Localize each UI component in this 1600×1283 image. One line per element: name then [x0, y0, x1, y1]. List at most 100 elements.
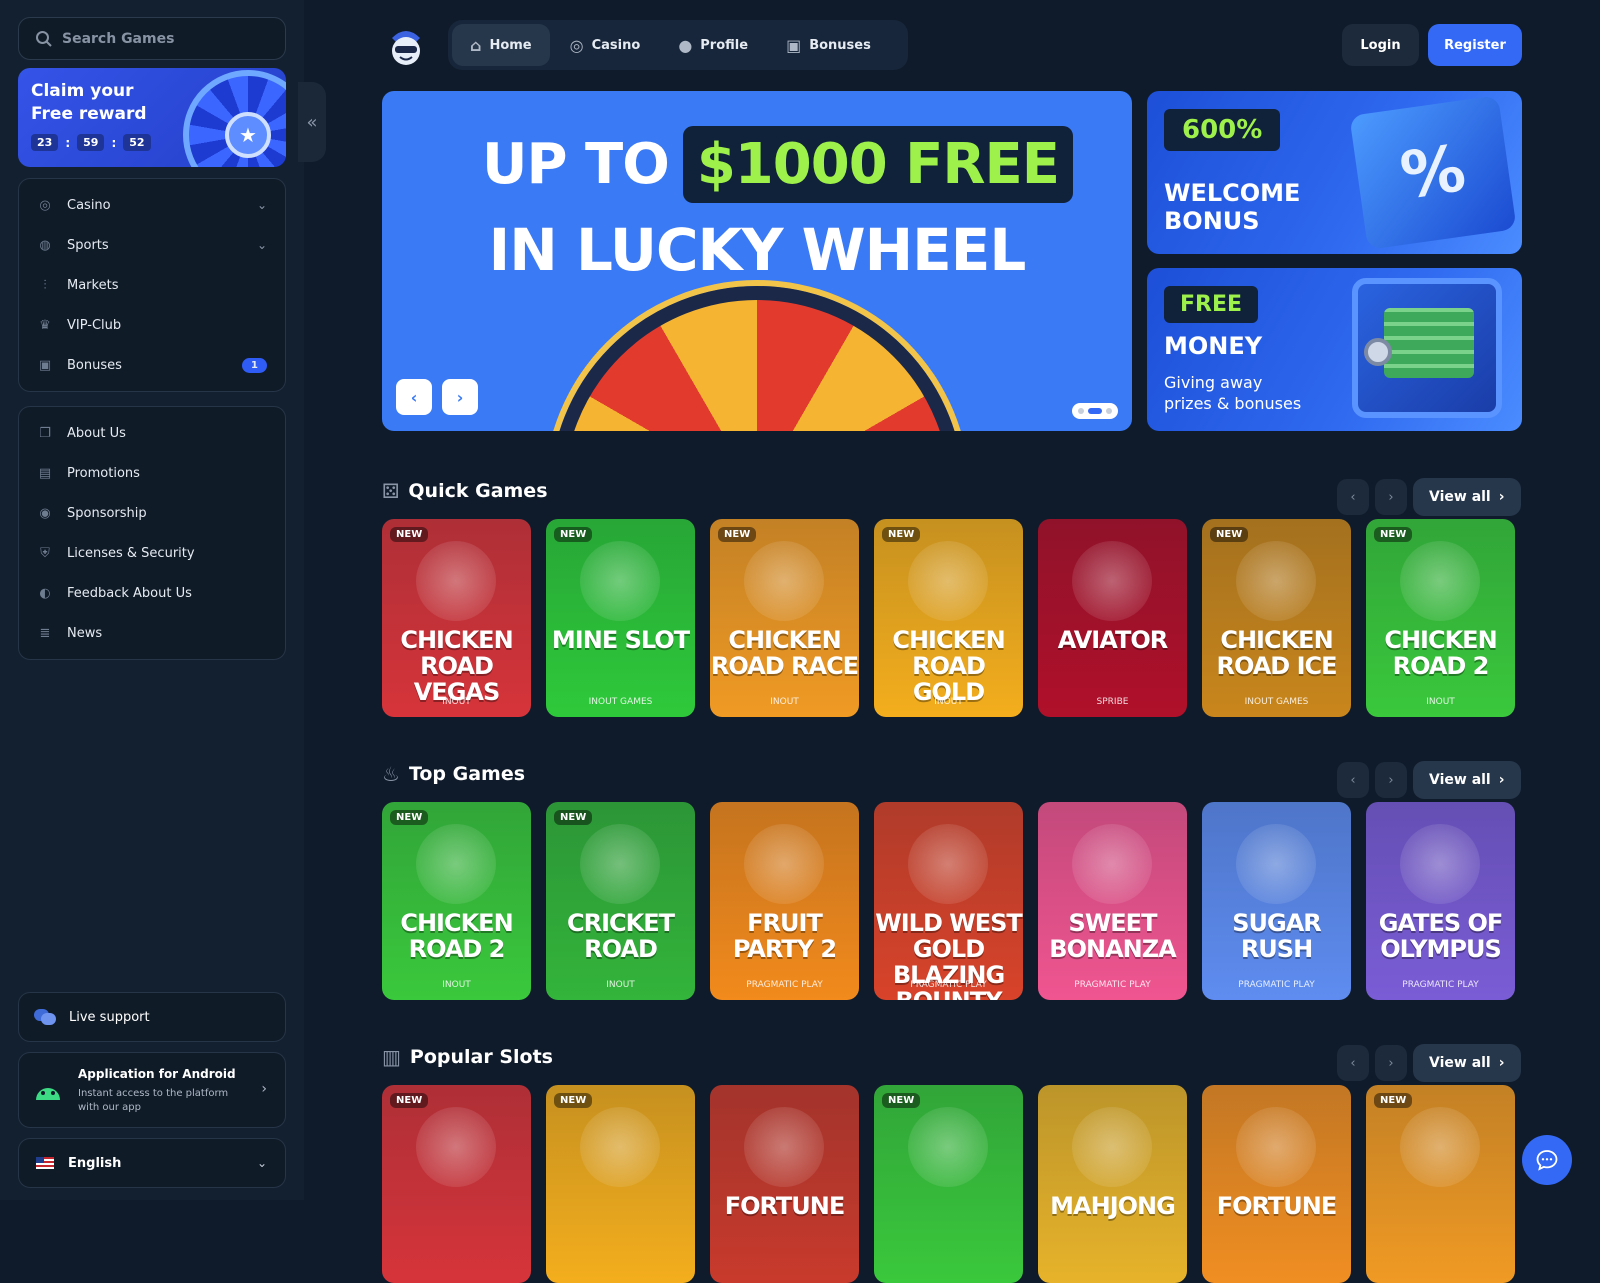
game-art [1072, 1107, 1152, 1187]
crown-icon: ♛ [39, 317, 51, 333]
hero-carousel[interactable]: UP TO $1000 FREE IN LUCKY WHEEL ‹ › [382, 91, 1132, 431]
game-card[interactable]: FRUIT PARTY 2 PRAGMATIC PLAY [710, 802, 859, 1000]
game-card[interactable]: FORTUNE [710, 1085, 859, 1283]
game-art [744, 824, 824, 904]
section-prev-button[interactable]: ‹ [1337, 762, 1369, 798]
game-card[interactable]: WILD WEST GOLD BLAZING BOUNTYPRAGMATIC P… [874, 802, 1023, 1000]
casino-chip-icon: ◎ [569, 35, 584, 55]
user-icon: ● [678, 35, 693, 55]
game-card[interactable]: NEW MINE SLOT INOUT GAMES [546, 519, 695, 717]
game-title: SWEET BONANZA [1049, 909, 1176, 963]
hero-prev-button[interactable]: ‹ [396, 379, 432, 415]
game-card[interactable]: AVIATOR SPRIBE [1038, 519, 1187, 717]
carousel-dot[interactable] [1078, 408, 1084, 414]
dice-icon: ⚄ [382, 479, 400, 503]
sidebar-item-sponsorship[interactable]: ◉ Sponsorship [19, 493, 285, 533]
section-controls: ‹ › View all › [1337, 478, 1521, 516]
chevron-down-icon[interactable]: ⌄ [257, 198, 267, 212]
section-title-quick-games: ⚄ Quick Games [382, 479, 548, 503]
game-card[interactable]: NEW CHICKEN ROAD 2 INOUT [1366, 519, 1515, 717]
sidebar-item-label: Bonuses [67, 357, 122, 373]
game-card[interactable]: NEW [546, 1085, 695, 1283]
section-next-button[interactable]: › [1375, 762, 1407, 798]
game-card[interactable]: NEW [1366, 1085, 1515, 1283]
android-app-banner[interactable]: Application for Android Instant access t… [18, 1052, 286, 1128]
megaphone-icon: ◐ [39, 585, 51, 601]
sidebar-item-news[interactable]: ≣ News [19, 613, 285, 653]
view-all-button[interactable]: View all › [1413, 761, 1521, 799]
game-card[interactable]: NEW [382, 1085, 531, 1283]
game-card[interactable]: NEW CRICKET ROAD INOUT [546, 802, 695, 1000]
games-row: NEW CHICKEN ROAD 2 INOUT NEW CRICKET ROAD INO… [382, 802, 1515, 1000]
free-money-tag: FREE [1164, 286, 1259, 323]
game-card[interactable]: NEW CHICKEN ROAD RACE INOUT [710, 519, 859, 717]
carousel-dot[interactable] [1106, 408, 1112, 414]
home-icon: ⌂ [470, 35, 482, 55]
sidebar-item-sports[interactable]: ◍ Sports ⌄ [19, 225, 285, 265]
view-all-button[interactable]: View all › [1413, 1044, 1521, 1082]
chat-button[interactable] [1522, 1135, 1572, 1185]
game-card[interactable]: NEW CHICKEN ROAD 2 INOUT [382, 802, 531, 1000]
game-title: MINE SLOT [551, 626, 690, 654]
free-reward-promo[interactable]: ★ Claim your Free reward 23: 59: 52 [18, 68, 286, 167]
sidebar-item-vip-club[interactable]: ♛ VIP-Club [19, 305, 285, 345]
language-selector[interactable]: English ⌄ [18, 1138, 286, 1188]
tab-bonuses[interactable]: ▣ Bonuses [768, 24, 889, 66]
sidebar-item-casino[interactable]: ◎ Casino ⌄ [19, 185, 285, 225]
section-next-button[interactable]: › [1375, 479, 1407, 515]
game-card[interactable]: NEW CHICKEN ROAD ICE INOUT GAMES [1202, 519, 1351, 717]
game-art [580, 1107, 660, 1187]
welcome-bonus-banner[interactable]: % 600% WELCOME BONUS [1147, 91, 1522, 254]
game-art [1236, 541, 1316, 621]
game-card[interactable]: SUGAR RUSH PRAGMATIC PLAY [1202, 802, 1351, 1000]
search-input[interactable] [62, 30, 262, 47]
sidebar-item-label: Licenses & Security [67, 545, 195, 561]
countdown-timer: 23: 59: 52 [31, 134, 151, 151]
sidebar-item-markets[interactable]: ⫶ Markets [19, 265, 285, 305]
hero-next-button[interactable]: › [442, 379, 478, 415]
carousel-indicator[interactable] [1072, 403, 1118, 419]
game-card[interactable]: FORTUNE [1202, 1085, 1351, 1283]
section-prev-button[interactable]: ‹ [1337, 1045, 1369, 1081]
tab-casino[interactable]: ◎ Casino [552, 24, 659, 66]
search-box[interactable] [18, 17, 286, 60]
view-all-button[interactable]: View all › [1413, 478, 1521, 516]
game-title: GATES OF OLYMPUS [1378, 909, 1504, 963]
site-logo[interactable] [386, 24, 426, 68]
tab-profile[interactable]: ● Profile [660, 24, 766, 66]
sidebar-item-licenses-security[interactable]: ⛨ Licenses & Security [19, 533, 285, 573]
game-card[interactable]: NEW [874, 1085, 1023, 1283]
sidebar-item-promotions[interactable]: ▤ Promotions [19, 453, 285, 493]
collapse-sidebar-button[interactable]: « [298, 82, 326, 162]
game-title: CHICKEN ROAD 2 [400, 909, 513, 963]
free-money-banner[interactable]: FREE MONEY Giving away prizes & bonuses [1147, 268, 1522, 431]
login-button[interactable]: Login [1342, 24, 1419, 66]
new-badge: NEW [882, 1093, 921, 1108]
sidebar-item-bonuses[interactable]: ▣ Bonuses 1 [19, 345, 285, 385]
game-provider: INOUT [606, 980, 635, 990]
live-support-button[interactable]: Live support [18, 992, 286, 1042]
view-all-label: View all [1429, 1055, 1491, 1071]
game-provider: INOUT GAMES [1244, 697, 1309, 707]
us-flag-icon [36, 1157, 54, 1169]
game-card[interactable]: MAHJONG [1038, 1085, 1187, 1283]
game-card[interactable]: NEW CHICKEN ROAD GOLD INOUT [874, 519, 1023, 717]
carousel-dot[interactable] [1088, 408, 1102, 414]
section-title-label: Quick Games [408, 480, 548, 502]
timer-minutes: 59 [77, 134, 105, 151]
game-card[interactable]: NEW CHICKEN ROAD VEGAS INOUT [382, 519, 531, 717]
game-card[interactable]: GATES OF OLYMPUS PRAGMATIC PLAY [1366, 802, 1515, 1000]
game-title: MAHJONG [1050, 1192, 1176, 1220]
chevron-down-icon[interactable]: ⌄ [257, 238, 267, 252]
game-card[interactable]: SWEET BONANZA PRAGMATIC PLAY [1038, 802, 1187, 1000]
section-next-button[interactable]: › [1375, 1045, 1407, 1081]
game-provider: PRAGMATIC PLAY [1074, 980, 1151, 990]
sidebar-item-feedback-about-us[interactable]: ◐ Feedback About Us [19, 573, 285, 613]
register-button[interactable]: Register [1428, 24, 1522, 66]
section-prev-button[interactable]: ‹ [1337, 479, 1369, 515]
sidebar-item-about-us[interactable]: ❐ About Us [19, 413, 285, 453]
tab-home[interactable]: ⌂ Home [452, 24, 550, 66]
gift-icon: ▣ [38, 357, 52, 373]
book-icon: ❐ [39, 425, 51, 441]
game-provider: PRAGMATIC PLAY [746, 980, 823, 990]
